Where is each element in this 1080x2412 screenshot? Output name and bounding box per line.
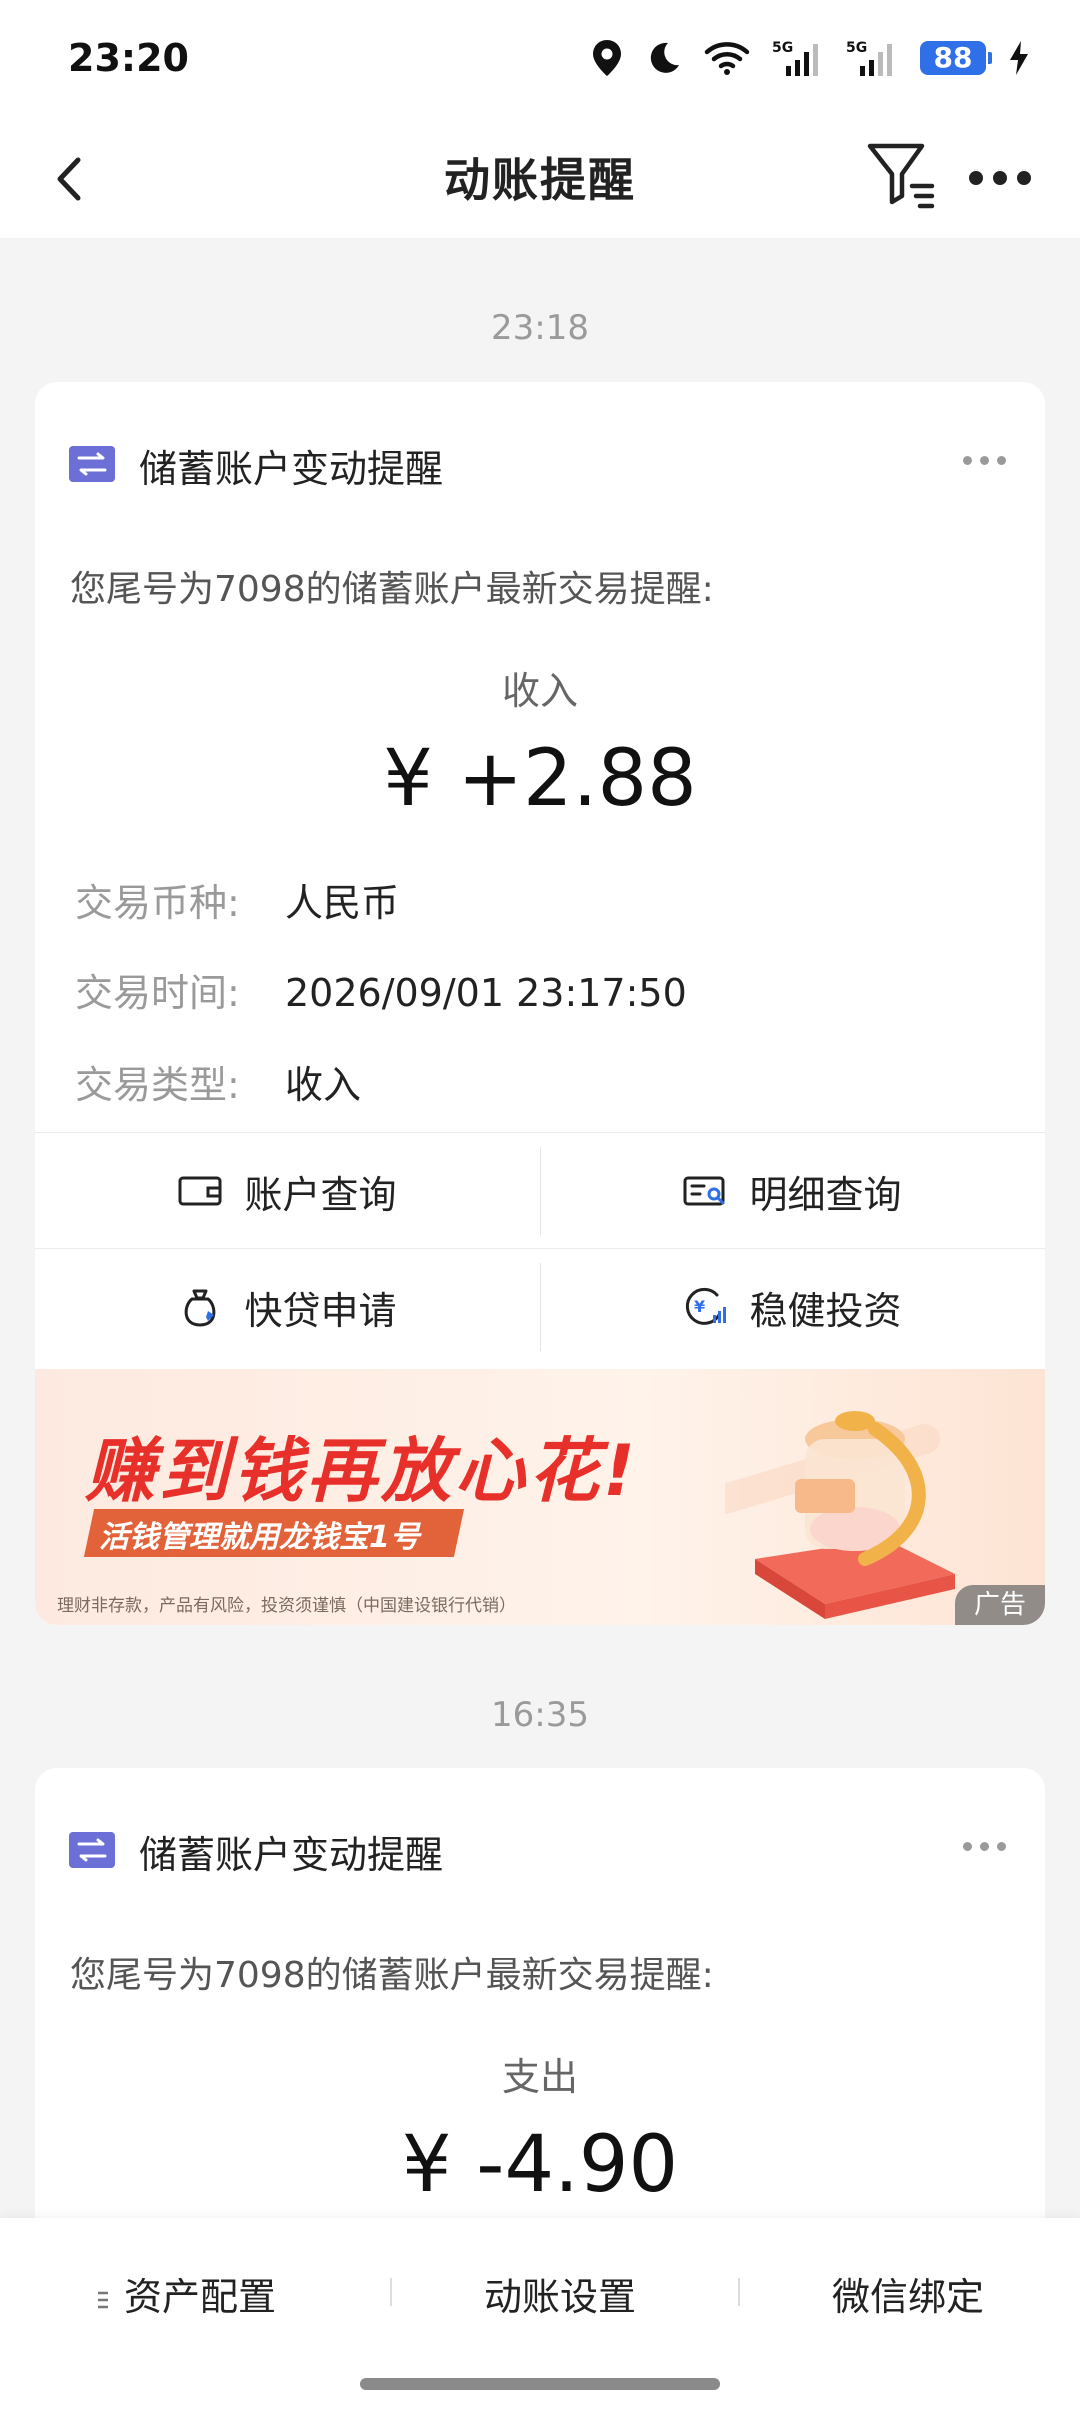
detail-query-button[interactable]: 明细查询 [540,1133,1045,1249]
filter-icon [867,143,935,209]
tab-label: 微信绑定 [832,2275,985,2319]
wallet-icon [178,1176,222,1206]
action-label: 明细查询 [749,1172,902,1217]
steady-investment-button[interactable]: ¥ 稳健投资 [540,1249,1045,1365]
transaction-amount: ¥ +2.88 [383,734,697,824]
detail-search-icon [683,1176,725,1206]
status-time: 23:20 [68,36,189,80]
card-more-icon[interactable] [963,452,1007,468]
signal-5g-icon-2: 5G [846,38,898,78]
detail-row-type: 交易类型: 收入 [75,1054,361,1109]
location-icon [590,38,624,78]
tab-separator [390,2278,392,2306]
transaction-type-label: 收入 [501,669,578,713]
detail-row-time: 交易时间: 2026/09/01 23:17:50 [75,962,687,1017]
transaction-amount: ¥ -4.90 [401,2120,679,2210]
status-icons: 5G 5G 88 [590,38,1030,78]
tab-wechat-binding[interactable]: 微信绑定 [832,2266,984,2321]
tab-label: 动账设置 [484,2275,637,2319]
page: 23:20 5G 5G 88 动账提醒 23:18 储蓄账户变动提醒 您尾号为7… [0,0,1080,2412]
transfer-card-icon [69,1832,115,1868]
investment-icon: ¥ [686,1287,727,1325]
tab-transaction-settings[interactable]: 动账设置 [484,2266,636,2321]
message-time: 16:35 [491,1695,589,1735]
tab-label: 资产配置 [124,2275,277,2319]
tab-asset-allocation[interactable]: 资产配置 [96,2266,276,2321]
status-bar: 23:20 5G 5G 88 [0,0,1080,120]
ad-tag: 广告 [955,1585,1045,1625]
banner-subline: 活钱管理就用龙钱宝1号 [99,1520,420,1555]
battery-icon: 88 [920,41,992,75]
detail-value: 2026/09/01 23:17:50 [285,971,687,1015]
detail-key: 交易时间: [75,971,240,1015]
banner-disclaimer: 理财非存款，产品有风险，投资须谨慎（中国建设银行代销） [57,1596,516,1616]
action-label: 快贷申请 [244,1288,397,1333]
more-options-button[interactable] [960,148,1040,208]
moon-icon [646,40,682,76]
quick-loan-button[interactable]: 快贷申请 [35,1249,540,1365]
detail-key: 交易币种: [75,881,240,925]
svg-text:¥: ¥ [694,1297,705,1316]
action-row: 快贷申请 ¥ 稳健投资 [35,1248,1045,1364]
notification-card: 储蓄账户变动提醒 您尾号为7098的储蓄账户最新交易提醒: 收入 ¥ +2.88… [35,382,1045,1625]
nav-bar: 动账提醒 [0,120,1080,238]
transfer-card-icon [69,446,115,482]
bottom-bar: 资产配置 动账设置 微信绑定 [0,2218,1080,2412]
filter-button[interactable] [862,134,942,214]
intro-text: 您尾号为7098的储蓄账户最新交易提醒: [70,569,714,610]
intro-text: 您尾号为7098的储蓄账户最新交易提醒: [70,1955,714,1996]
wifi-icon [704,40,750,76]
card-header: 储蓄账户变动提醒 [35,382,1045,522]
transaction-type-label: 支出 [501,2055,578,2099]
account-query-button[interactable]: 账户查询 [35,1133,540,1249]
card-title: 储蓄账户变动提醒 [139,447,444,491]
banner-headline: 赚到钱再放心花! [85,1430,639,1512]
svg-text:5G: 5G [846,40,867,56]
home-indicator[interactable] [360,2378,720,2390]
card-header: 储蓄账户变动提醒 [35,1768,1045,1908]
ad-banner[interactable]: 赚到钱再放心花! 活钱管理就用龙钱宝1号 理财非存款，产品有风险，投资须谨慎（中… [35,1369,1045,1625]
detail-value: 收入 [285,1063,362,1107]
tab-separator [738,2278,740,2306]
divider [540,1263,541,1351]
detail-row-currency: 交易币种: 人民币 [75,872,399,927]
action-row: 账户查询 明细查询 [35,1132,1045,1248]
divider [540,1147,541,1235]
action-label: 账户查询 [244,1172,397,1217]
detail-value: 人民币 [285,881,400,925]
menu-lines-icon [98,2291,108,2308]
detail-key: 交易类型: [75,1063,240,1107]
piggy-bank-illustration [725,1411,955,1619]
charging-icon [1008,40,1030,76]
more-dots-icon [969,171,1031,185]
svg-text:5G: 5G [772,40,793,56]
message-time: 23:18 [491,308,589,348]
card-title: 储蓄账户变动提醒 [139,1833,444,1877]
loan-bag-icon [185,1289,216,1327]
quick-actions: 账户查询 明细查询 快贷申请 ¥ 稳健投资 [35,1132,1045,1364]
action-label: 稳健投资 [749,1288,902,1333]
signal-5g-icon-1: 5G [772,38,824,78]
card-more-icon[interactable] [963,1838,1007,1854]
